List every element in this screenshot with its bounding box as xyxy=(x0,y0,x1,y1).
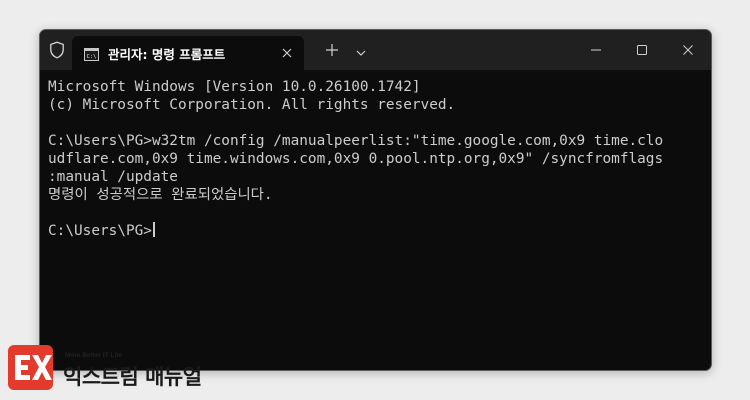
shield-icon xyxy=(49,41,65,59)
console-line: C:\Users\PG>w32tm /config /manualpeerlis… xyxy=(48,133,664,149)
tab-command-prompt[interactable]: C:\ 관리자: 명령 프롬프트 xyxy=(72,36,304,70)
watermark-name: 익스트림 매뉴얼 xyxy=(63,365,202,389)
minimize-button[interactable] xyxy=(573,30,619,70)
prompt-line[interactable]: C:\Users\PG> xyxy=(48,222,701,240)
maximize-button[interactable] xyxy=(619,30,665,70)
console-line: 명령이 성공적으로 완료되었습니다. xyxy=(48,187,273,203)
chevron-down-icon[interactable] xyxy=(355,44,367,56)
title-bar[interactable]: C:\ 관리자: 명령 프롬프트 xyxy=(40,30,711,70)
text-cursor xyxy=(152,222,155,237)
close-button[interactable] xyxy=(665,30,711,70)
watermark: More Better IT Life 익스트림 매뉴얼 xyxy=(8,345,218,391)
plus-icon[interactable] xyxy=(324,42,340,58)
terminal-icon: C:\ xyxy=(84,46,99,61)
logo-icon xyxy=(8,345,53,390)
console-line: udflare.com,0x9 time.windows.com,0x9 0.p… xyxy=(48,151,664,167)
close-icon xyxy=(683,45,693,55)
console-line: :manual /update xyxy=(48,169,178,185)
scrollbar[interactable] xyxy=(705,76,709,356)
console-output[interactable]: Microsoft Windows [Version 10.0.26100.17… xyxy=(48,78,701,240)
console-line: Microsoft Windows [Version 10.0.26100.17… xyxy=(48,79,421,95)
close-icon[interactable] xyxy=(280,45,294,59)
svg-text:C:\: C:\ xyxy=(87,54,97,60)
prompt-text: C:\Users\PG> xyxy=(48,223,152,239)
watermark-tagline: More Better IT Life xyxy=(65,352,123,359)
minimize-icon xyxy=(591,49,601,51)
terminal-window: C:\ 관리자: 명령 프롬프트 Microsoft Windows [Vers… xyxy=(39,29,712,371)
tab-title: 관리자: 명령 프롬프트 xyxy=(108,47,226,62)
maximize-icon xyxy=(637,45,647,55)
console-line: (c) Microsoft Corporation. All rights re… xyxy=(48,97,456,113)
